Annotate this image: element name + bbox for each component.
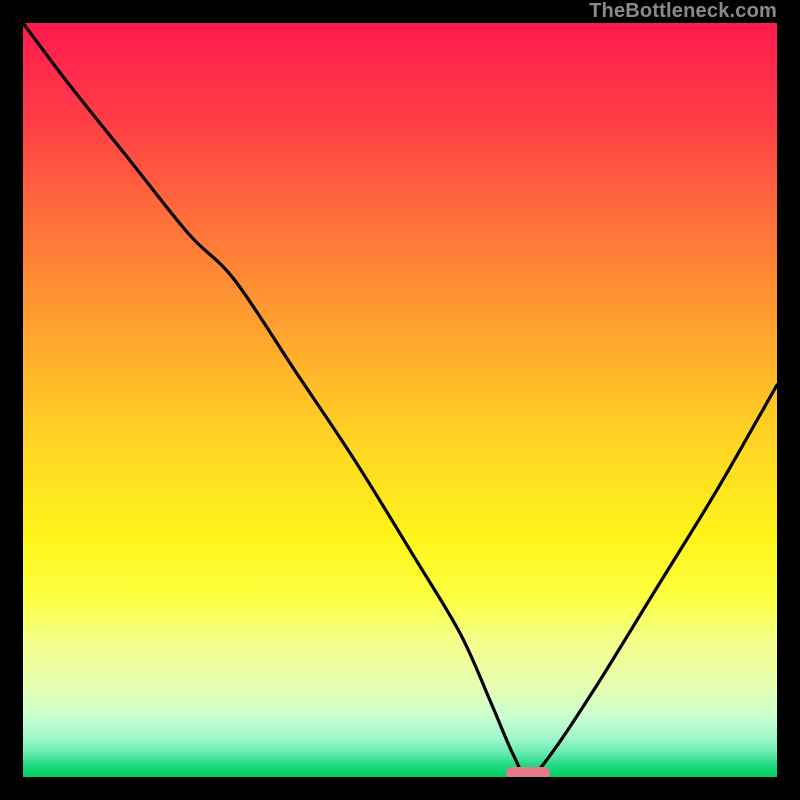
bottleneck-curve: [23, 23, 777, 777]
plot-area: [23, 23, 777, 777]
chart-frame: TheBottleneck.com: [0, 0, 800, 800]
optimal-point-marker: [506, 767, 550, 777]
watermark-text: TheBottleneck.com: [589, 0, 777, 23]
